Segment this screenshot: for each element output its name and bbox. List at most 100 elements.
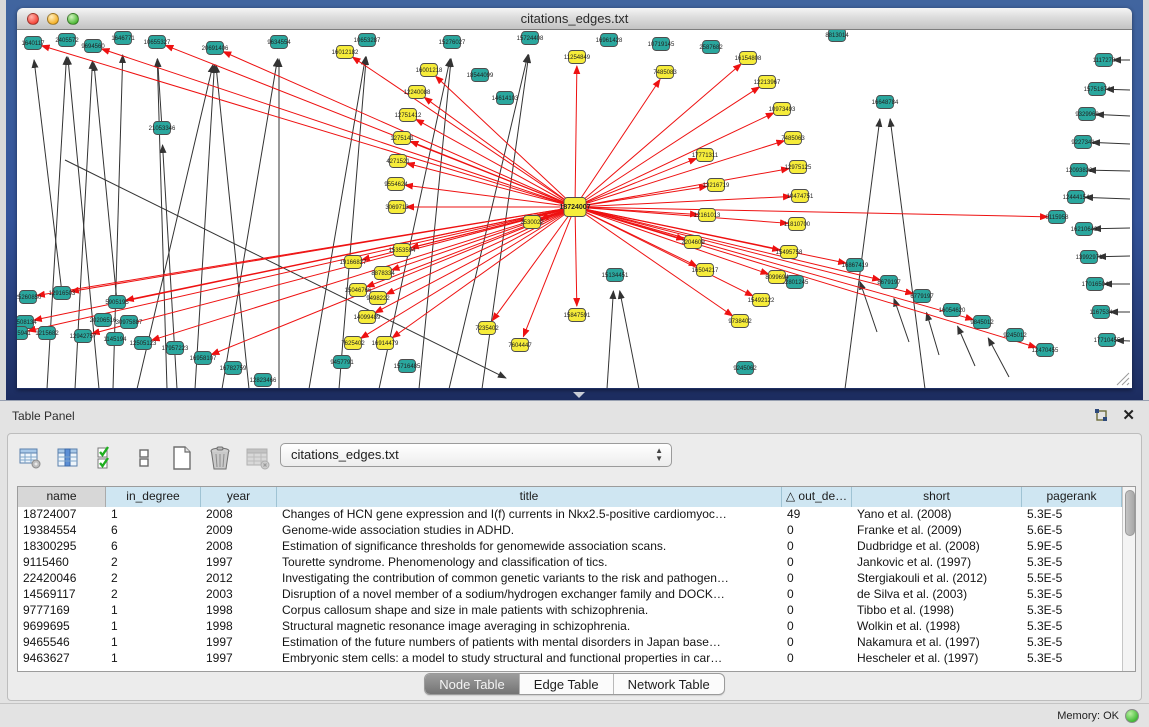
new-file-icon[interactable] [168,444,196,472]
hub-citation-edge[interactable] [575,207,768,274]
graph-node[interactable]: 13216719 [703,179,730,192]
graph-node[interactable]: 16961428 [596,34,623,47]
hub-citation-edge[interactable] [575,87,759,207]
graph-node[interactable]: 19166827 [340,256,367,269]
graph-node[interactable]: 1640117 [22,37,46,50]
graph-node[interactable]: 14099489 [354,311,381,324]
delete-trash-icon[interactable] [206,444,234,472]
graph-node[interactable]: 4271521 [386,155,410,168]
citation-edge[interactable] [845,119,880,388]
hub-citation-edge[interactable] [92,207,575,334]
graph-node[interactable]: 2587682 [699,41,723,54]
graph-node[interactable]: 6779197 [910,290,934,303]
graph-hub-node[interactable]: 18724007 [559,198,590,217]
graph-node[interactable]: 12444154 [1063,191,1090,204]
graph-node[interactable]: 9227341 [1071,136,1095,149]
graph-node[interactable]: 8679197 [877,276,901,289]
graph-node[interactable]: 9115958 [1046,211,1070,224]
graph-node[interactable]: 17771311 [692,149,719,162]
row-height-icon[interactable] [130,444,158,472]
select-attributes-icon[interactable] [92,444,120,472]
hub-citation-edge[interactable] [575,207,1048,217]
citation-edge[interactable] [620,291,639,388]
column-header-pagerank[interactable]: pagerank [1022,487,1122,507]
graph-node[interactable]: 16054620 [939,304,966,317]
close-panel-icon[interactable]: ✕ [1122,406,1135,424]
graph-node[interactable]: 16782759 [220,362,247,375]
citation-edge[interactable] [216,65,249,388]
table-row[interactable]: 969969511998Structural magnetic resonanc… [18,619,1122,635]
hub-citation-edge[interactable] [575,79,660,207]
graph-node[interactable]: 10719145 [648,38,675,51]
graph-node[interactable]: 8878334 [371,267,395,280]
hub-citation-edge[interactable] [375,207,575,313]
hub-citation-edge[interactable] [575,169,789,207]
graph-node[interactable]: 7485063 [781,132,805,145]
graph-node[interactable]: 11810700 [784,218,811,231]
graph-node[interactable]: 8099694 [765,271,789,284]
graph-node[interactable]: 12093822 [1066,164,1093,177]
citation-edge[interactable] [860,282,877,332]
hub-citation-edge[interactable] [575,66,577,207]
graph-node[interactable]: 12161013 [694,209,721,222]
graph-node[interactable]: 1167534 [1090,306,1114,319]
tab-edge-table[interactable]: Edge Table [519,674,613,694]
hub-citation-edge[interactable] [575,141,784,207]
hub-citation-edge[interactable] [42,46,575,207]
graph-node[interactable]: 15046766 [345,284,372,297]
column-header-name[interactable]: name [18,487,106,507]
graph-node[interactable]: 15495758 [776,246,803,259]
graph-node[interactable]: 9845012 [970,316,994,329]
citation-edge[interactable] [1088,170,1130,171]
graph-node[interactable]: 15716485 [394,360,421,373]
citation-edge[interactable] [1085,197,1130,199]
column-header-in_degree[interactable]: in_degree [106,487,201,507]
graph-node[interactable]: 25260850 [17,291,42,304]
citation-edge[interactable] [1098,256,1130,257]
graph-node[interactable]: 15134451 [602,269,629,282]
citation-edge[interactable] [927,313,939,355]
graph-node[interactable]: 15724408 [517,32,544,45]
graph-node[interactable]: 9634554 [267,36,291,49]
tab-node-table[interactable]: Node Table [425,674,519,694]
graph-node[interactable]: 12942757 [70,330,97,343]
graph-node[interactable]: 7625402 [341,337,365,350]
graph-node[interactable]: 16012182 [332,46,359,59]
citation-edge[interactable] [607,291,613,388]
table-row[interactable]: 1872400712008Changes of HCN gene express… [18,507,1122,523]
citation-edge[interactable] [157,59,167,388]
graph-node[interactable]: 9329968 [1075,108,1099,121]
column-select-icon[interactable] [54,444,82,472]
graph-node[interactable]: 15276027 [439,36,466,49]
table-settings-icon[interactable] [16,444,44,472]
graph-node[interactable]: 16914479 [372,337,399,350]
graph-node[interactable]: 7235402 [475,322,499,335]
graph-node[interactable]: 11254849 [564,51,591,64]
graph-node[interactable]: 15751874 [1084,83,1111,96]
citation-edge[interactable] [34,60,62,293]
citation-edge[interactable] [958,326,975,366]
citation-edge[interactable] [195,65,214,388]
table-scrollbar[interactable] [1122,487,1135,671]
graph-node[interactable]: 10653287 [354,34,381,47]
citation-edge[interactable] [1093,228,1130,229]
citation-edge[interactable] [94,63,117,302]
graph-node[interactable]: 9554624 [384,178,408,191]
hub-citation-edge[interactable] [211,207,575,355]
graph-node[interactable]: 7604447 [508,339,532,352]
graph-node[interactable]: 12975125 [785,161,812,174]
graph-node[interactable]: 7485083 [653,66,677,79]
column-header-short[interactable]: short [852,487,1022,507]
citation-edge[interactable] [890,119,925,388]
table-row[interactable]: 1830029562008Estimation of significance … [18,539,1122,555]
scrollbar-thumb[interactable] [1125,490,1135,536]
tab-network-table[interactable]: Network Table [613,674,724,694]
resize-grip[interactable] [1116,372,1130,386]
memory-indicator[interactable]: Memory: OK [1057,704,1139,727]
table-row[interactable]: 2242004622012Investigating the contribut… [18,571,1122,587]
graph-node[interactable]: 1145194 [104,333,128,346]
citation-edge[interactable] [988,338,1009,377]
citation-edge[interactable] [1096,114,1130,116]
graph-node[interactable]: 12213967 [754,76,781,89]
graph-node[interactable]: 10474751 [787,190,814,203]
